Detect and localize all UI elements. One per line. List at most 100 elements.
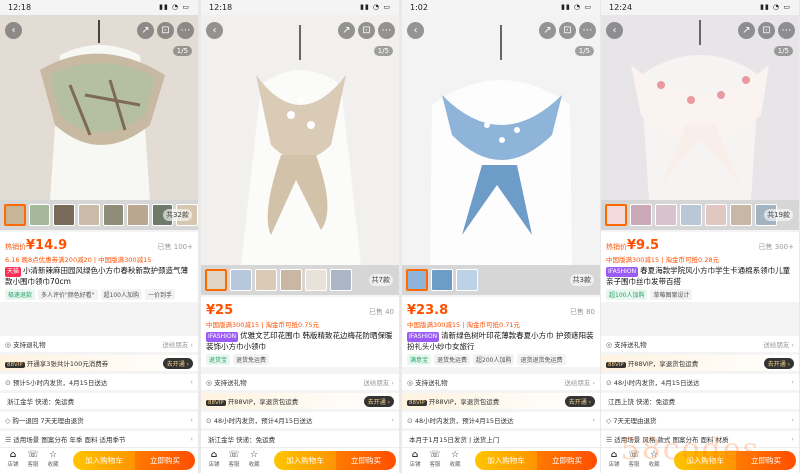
- back-icon[interactable]: ‹: [5, 22, 22, 39]
- share-icon[interactable]: ↗: [539, 22, 556, 39]
- variant-thumbnail[interactable]: [28, 204, 51, 226]
- cart-icon[interactable]: ⊡: [758, 22, 775, 39]
- product-gallery[interactable]: [0, 15, 198, 200]
- more-icon[interactable]: ⋯: [778, 22, 795, 39]
- info-row[interactable]: ⊙ 48小时内发货，4月15日送达 ›: [601, 374, 799, 390]
- info-row[interactable]: 浙江金华 快递：免运费: [0, 393, 198, 409]
- variant-thumbnail[interactable]: [655, 204, 677, 226]
- row-action[interactable]: ›: [791, 378, 794, 386]
- product-gallery[interactable]: [402, 15, 600, 265]
- cart-icon[interactable]: ⊡: [157, 22, 174, 39]
- variant-thumbnail[interactable]: [330, 269, 352, 291]
- variant-count[interactable]: 共7款: [368, 274, 393, 286]
- vip-open-button[interactable]: 去开通 ›: [363, 395, 394, 407]
- info-row[interactable]: ⊙ 48小时内发货，预计4月15日送达 ›: [402, 412, 600, 428]
- variant-thumbnail[interactable]: [102, 204, 125, 226]
- info-row[interactable]: 浙江金华 快递：免运费: [201, 431, 399, 447]
- row-action[interactable]: ›: [190, 435, 193, 443]
- variant-thumbnail[interactable]: [730, 204, 752, 226]
- add-to-cart-button[interactable]: 加入购物车: [274, 451, 336, 470]
- variant-thumbnail[interactable]: [127, 204, 149, 226]
- shop-button[interactable]: ⌂ 店铺: [3, 451, 23, 470]
- service-button[interactable]: ☏ 客服: [23, 451, 43, 470]
- buy-now-button[interactable]: 立即购买: [336, 451, 396, 470]
- variant-thumbnail[interactable]: [605, 204, 627, 226]
- share-icon[interactable]: ↗: [137, 22, 154, 39]
- row-action[interactable]: ›: [391, 416, 394, 424]
- promo-text[interactable]: 中国版满300减15 | 淘金币可抵0.75元: [206, 319, 394, 329]
- row-action[interactable]: ›: [592, 416, 595, 424]
- info-row[interactable]: 本月于1月15日发货 | 送货上门: [402, 431, 600, 447]
- buy-now-button[interactable]: 立即购买: [537, 451, 597, 470]
- info-row[interactable]: ◇ 7天无理由退货 ›: [601, 412, 799, 428]
- variant-thumbnail[interactable]: [680, 204, 702, 226]
- info-row[interactable]: ⊙ 48小时内发货，预计4月15日送达 ›: [201, 412, 399, 428]
- info-row[interactable]: ☰ 适用场景 图案分布 年季 面料 适用季节 ›: [0, 431, 198, 447]
- back-icon[interactable]: ‹: [206, 22, 223, 39]
- info-row[interactable]: ⊙ 预计5小时内发货，4月15日送达 ›: [0, 374, 198, 390]
- info-row[interactable]: 江西上饶 快递：免运费: [601, 393, 799, 409]
- variant-thumbnail[interactable]: [705, 204, 727, 226]
- favorite-button[interactable]: ☆ 收藏: [445, 451, 465, 470]
- vip-promo-row[interactable]: 88VIP 开88VIP，享退货包运费 去开通 ›: [402, 393, 600, 409]
- info-row[interactable]: ◎ 支持送礼物 送给朋友 ›: [201, 374, 399, 390]
- promo-text[interactable]: 中国版满300减15 | 淘金币可抵0.28元: [606, 254, 794, 264]
- share-icon[interactable]: ↗: [338, 22, 355, 39]
- row-action[interactable]: ›: [791, 416, 794, 424]
- back-icon[interactable]: ‹: [407, 22, 424, 39]
- buy-now-button[interactable]: 立即购买: [135, 451, 195, 470]
- row-action[interactable]: 送给朋友 ›: [363, 377, 394, 387]
- service-button[interactable]: ☏ 客服: [224, 451, 244, 470]
- info-row[interactable]: ◇ 购一退回 7天无理由退货 ›: [0, 412, 198, 428]
- more-icon[interactable]: ⋯: [177, 22, 194, 39]
- vip-open-button[interactable]: 去开通 ›: [763, 357, 794, 369]
- info-row[interactable]: ◎ 支持送礼物 送给朋友 ›: [601, 336, 799, 352]
- shop-button[interactable]: ⌂ 店铺: [204, 451, 224, 470]
- variant-thumbnail[interactable]: [205, 269, 227, 291]
- vip-open-button[interactable]: 去开通 ›: [162, 357, 193, 369]
- vip-promo-row[interactable]: 88VIP 开通享3张共计100元消费券 去开通 ›: [0, 355, 198, 371]
- more-icon[interactable]: ⋯: [579, 22, 596, 39]
- favorite-button[interactable]: ☆ 收藏: [244, 451, 264, 470]
- more-icon[interactable]: ⋯: [378, 22, 395, 39]
- variant-count[interactable]: 共19款: [764, 209, 793, 221]
- shop-button[interactable]: ⌂ 店铺: [405, 451, 425, 470]
- variant-thumbnail[interactable]: [305, 269, 327, 291]
- variant-thumbnail[interactable]: [456, 269, 478, 291]
- info-row[interactable]: ◎ 支持送礼物 送给朋友 ›: [402, 374, 600, 390]
- variant-thumbnail[interactable]: [53, 204, 75, 226]
- add-to-cart-button[interactable]: 加入购物车: [475, 451, 537, 470]
- variant-strip[interactable]: 共32款: [0, 200, 198, 230]
- variant-strip[interactable]: 共3款: [402, 265, 600, 295]
- share-icon[interactable]: ↗: [738, 22, 755, 39]
- service-button[interactable]: ☏ 客服: [425, 451, 445, 470]
- variant-strip[interactable]: 共19款: [601, 200, 799, 230]
- row-action[interactable]: ›: [190, 378, 193, 386]
- variant-strip[interactable]: 共7款: [201, 265, 399, 295]
- back-icon[interactable]: ‹: [606, 22, 623, 39]
- product-gallery[interactable]: [601, 15, 799, 200]
- vip-open-button[interactable]: 去开通 ›: [564, 395, 595, 407]
- favorite-button[interactable]: ☆ 收藏: [43, 451, 63, 470]
- row-action[interactable]: 送给朋友 ›: [564, 377, 595, 387]
- variant-count[interactable]: 共32款: [163, 209, 192, 221]
- promo-text[interactable]: 6.16 晚8点优惠券满200减20 | 中国版满300减15: [5, 254, 193, 264]
- variant-count[interactable]: 共3款: [569, 274, 594, 286]
- cart-icon[interactable]: ⊡: [559, 22, 576, 39]
- row-action[interactable]: ›: [190, 416, 193, 424]
- variant-thumbnail[interactable]: [4, 204, 26, 226]
- row-action[interactable]: ›: [791, 435, 794, 443]
- add-to-cart-button[interactable]: 加入购物车: [73, 451, 135, 470]
- variant-thumbnail[interactable]: [230, 269, 252, 291]
- info-row[interactable]: ◎ 支持退礼物 送给朋友 ›: [0, 336, 198, 352]
- variant-thumbnail[interactable]: [77, 204, 100, 226]
- cart-icon[interactable]: ⊡: [358, 22, 375, 39]
- row-action[interactable]: 送给朋友 ›: [162, 339, 193, 349]
- row-action[interactable]: 送给朋友 ›: [763, 339, 794, 349]
- variant-thumbnail[interactable]: [406, 269, 428, 291]
- variant-thumbnail[interactable]: [431, 269, 453, 291]
- variant-thumbnail[interactable]: [280, 269, 302, 291]
- promo-text[interactable]: 中国版满300减15 | 淘金币可抵0.71元: [407, 319, 595, 329]
- product-gallery[interactable]: [201, 15, 399, 265]
- vip-promo-row[interactable]: 88VIP 开88VIP，享退货包运费 去开通 ›: [601, 355, 799, 371]
